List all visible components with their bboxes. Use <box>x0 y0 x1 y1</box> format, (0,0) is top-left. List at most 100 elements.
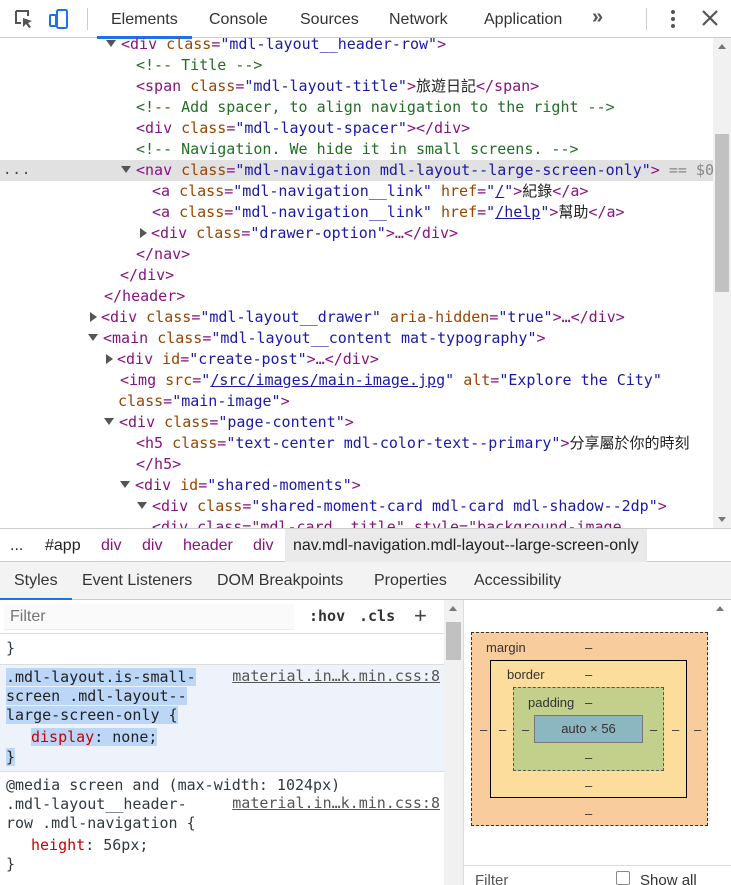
dom-node[interactable]: <div class="mdl-layout-spacer"></div> <box>0 118 713 139</box>
close-devtools-icon[interactable] <box>701 8 719 28</box>
box-model-pane: margin – – – – border – – – – padding – … <box>463 600 731 885</box>
rule-close-brace: } <box>6 639 16 657</box>
breadcrumb-item-app[interactable]: #app <box>45 529 81 563</box>
breadcrumb-item-div[interactable]: div <box>101 529 121 563</box>
margin-top-value[interactable]: – <box>585 640 592 655</box>
dom-node[interactable]: </h5> <box>0 454 713 475</box>
tab-event-listeners[interactable]: Event Listeners <box>82 562 192 600</box>
rule-selector[interactable]: screen .mdl-layout-- <box>6 686 187 706</box>
margin-left-value[interactable]: – <box>480 722 487 737</box>
margin-right-value[interactable]: – <box>694 722 701 737</box>
scroll-up-icon[interactable] <box>716 606 724 611</box>
dom-comment[interactable]: <!-- Navigation. We hide it in small scr… <box>0 139 713 160</box>
padding-bottom-value[interactable]: – <box>585 750 592 765</box>
device-toolbar-icon[interactable] <box>48 8 70 30</box>
rule-selector[interactable]: large-screen-only { <box>6 705 178 725</box>
scroll-up-icon[interactable] <box>718 44 726 49</box>
dom-node[interactable]: <div class="mdl-layout__header-row"> <box>0 38 713 55</box>
stylesheet-source-link[interactable]: material.in…k.min.css:8 <box>232 667 440 685</box>
css-declaration[interactable]: display: none; <box>31 727 158 747</box>
tab-network[interactable]: Network <box>389 0 448 38</box>
breadcrumb-ellipsis[interactable]: ... <box>10 529 23 563</box>
scroll-down-icon[interactable] <box>718 517 726 522</box>
styles-scrollbar[interactable] <box>444 600 463 885</box>
collapse-triangle-icon[interactable] <box>120 481 130 488</box>
padding-right-value[interactable]: – <box>650 722 657 737</box>
dom-node[interactable]: <a class="mdl-navigation__link" href="/"… <box>0 181 713 202</box>
class-toggle-button[interactable]: .cls <box>359 607 395 625</box>
dom-node[interactable]: <div id="shared-moments"> <box>0 475 713 496</box>
toolbar-separator <box>87 8 88 30</box>
tab-console[interactable]: Console <box>209 0 268 38</box>
stylesheet-source-link[interactable]: material.in…k.min.css:8 <box>232 794 440 812</box>
dom-node[interactable]: <div class="mdl-layout__drawer" aria-hid… <box>0 307 713 328</box>
collapse-triangle-icon[interactable] <box>104 418 114 425</box>
rule-selector[interactable]: .mdl-layout__header- <box>6 794 187 814</box>
border-top-value[interactable]: – <box>585 667 592 682</box>
content-box[interactable]: auto × 56 <box>534 715 643 743</box>
expand-triangle-icon[interactable] <box>90 311 97 322</box>
dom-node-partial[interactable]: <div class="mdl-card__title" style="back… <box>0 517 713 528</box>
rule-selector[interactable]: row .mdl-navigation { <box>6 813 196 833</box>
padding-left-value[interactable]: – <box>522 722 529 737</box>
scroll-up-icon[interactable] <box>449 606 457 611</box>
margin-bottom-value[interactable]: – <box>585 806 592 821</box>
href-link[interactable]: / <box>495 182 504 200</box>
tab-application[interactable]: Application <box>484 0 562 38</box>
padding-top-value[interactable]: – <box>585 695 592 710</box>
expand-triangle-icon[interactable] <box>106 353 113 364</box>
breadcrumb-item-header[interactable]: header <box>183 529 233 563</box>
collapse-triangle-icon[interactable] <box>106 40 116 47</box>
dom-node[interactable]: <img src="/src/images/main-image.jpg" al… <box>0 370 713 391</box>
breadcrumb-item-current[interactable]: nav.mdl-navigation.mdl-layout--large-scr… <box>285 529 647 563</box>
dom-node[interactable]: <main class="mdl-layout__content mat-typ… <box>0 328 713 349</box>
border-right-value[interactable]: – <box>672 722 679 737</box>
dom-comment[interactable]: <!-- Title --> <box>0 55 713 76</box>
tab-sources[interactable]: Sources <box>300 0 359 38</box>
collapse-triangle-icon[interactable] <box>88 334 98 341</box>
collapse-triangle-icon[interactable] <box>137 502 147 509</box>
node-actions-icon[interactable]: ... <box>3 160 31 181</box>
border-bottom-value[interactable]: – <box>585 778 592 793</box>
tab-accessibility[interactable]: Accessibility <box>474 562 561 600</box>
css-declaration[interactable]: height: 56px; <box>31 835 148 855</box>
new-style-rule-button[interactable]: + <box>414 603 427 629</box>
customize-menu-icon[interactable] <box>670 9 676 29</box>
styles-filter-input[interactable] <box>4 604 294 630</box>
scrollbar-thumb[interactable] <box>446 622 461 660</box>
more-tabs-icon[interactable]: » <box>592 6 603 29</box>
dom-node[interactable]: </nav> <box>0 244 713 265</box>
src-link[interactable]: /src/images/main-image.jpg <box>210 371 445 389</box>
tab-properties[interactable]: Properties <box>374 562 447 600</box>
dom-node[interactable]: <div class="drawer-option">…</div> <box>0 223 713 244</box>
dom-node[interactable]: <h5 class="text-center mdl-color-text--p… <box>0 433 713 454</box>
dom-node-continued[interactable]: class="main-image"> <box>0 391 713 412</box>
dom-node[interactable]: <span class="mdl-layout-title">旅遊日記</spa… <box>0 76 713 97</box>
dom-node[interactable]: <div class="page-content"> <box>0 412 713 433</box>
dom-node[interactable]: <div id="create-post">…</div> <box>0 349 713 370</box>
breadcrumb-item-div[interactable]: div <box>142 529 162 563</box>
inspect-element-icon[interactable] <box>13 8 35 30</box>
breadcrumb-item-div[interactable]: div <box>253 529 273 563</box>
tab-styles[interactable]: Styles <box>0 562 72 601</box>
computed-filter-input[interactable]: Filter <box>475 872 508 885</box>
scrollbar-thumb[interactable] <box>715 134 729 292</box>
dom-node[interactable]: </header> <box>0 286 713 307</box>
collapse-triangle-icon[interactable] <box>121 166 131 173</box>
dom-node-selected[interactable]: ... <nav class="mdl-navigation mdl-layou… <box>0 160 713 181</box>
sidebar-tabs: Styles Event Listeners DOM Breakpoints P… <box>0 562 731 601</box>
dom-node[interactable]: <div class="shared-moment-card mdl-card … <box>0 496 713 517</box>
tab-dom-breakpoints[interactable]: DOM Breakpoints <box>217 562 343 600</box>
rule-selector[interactable]: .mdl-layout.is-small- <box>6 667 196 687</box>
border-left-value[interactable]: – <box>499 722 506 737</box>
dom-node[interactable]: </div> <box>0 265 713 286</box>
href-link[interactable]: /help <box>495 203 540 221</box>
dom-comment[interactable]: <!-- Add spacer, to align navigation to … <box>0 97 713 118</box>
hover-state-button[interactable]: :hov <box>309 607 345 625</box>
dom-node[interactable]: <a class="mdl-navigation__link" href="/h… <box>0 202 713 223</box>
dom-tree-scrollbar[interactable] <box>713 38 731 528</box>
dom-tree[interactable]: <div class="mdl-layout__header-row"> <!-… <box>0 38 713 528</box>
show-all-checkbox[interactable] <box>616 871 630 885</box>
expand-triangle-icon[interactable] <box>140 227 147 238</box>
tab-elements[interactable]: Elements <box>97 0 192 39</box>
